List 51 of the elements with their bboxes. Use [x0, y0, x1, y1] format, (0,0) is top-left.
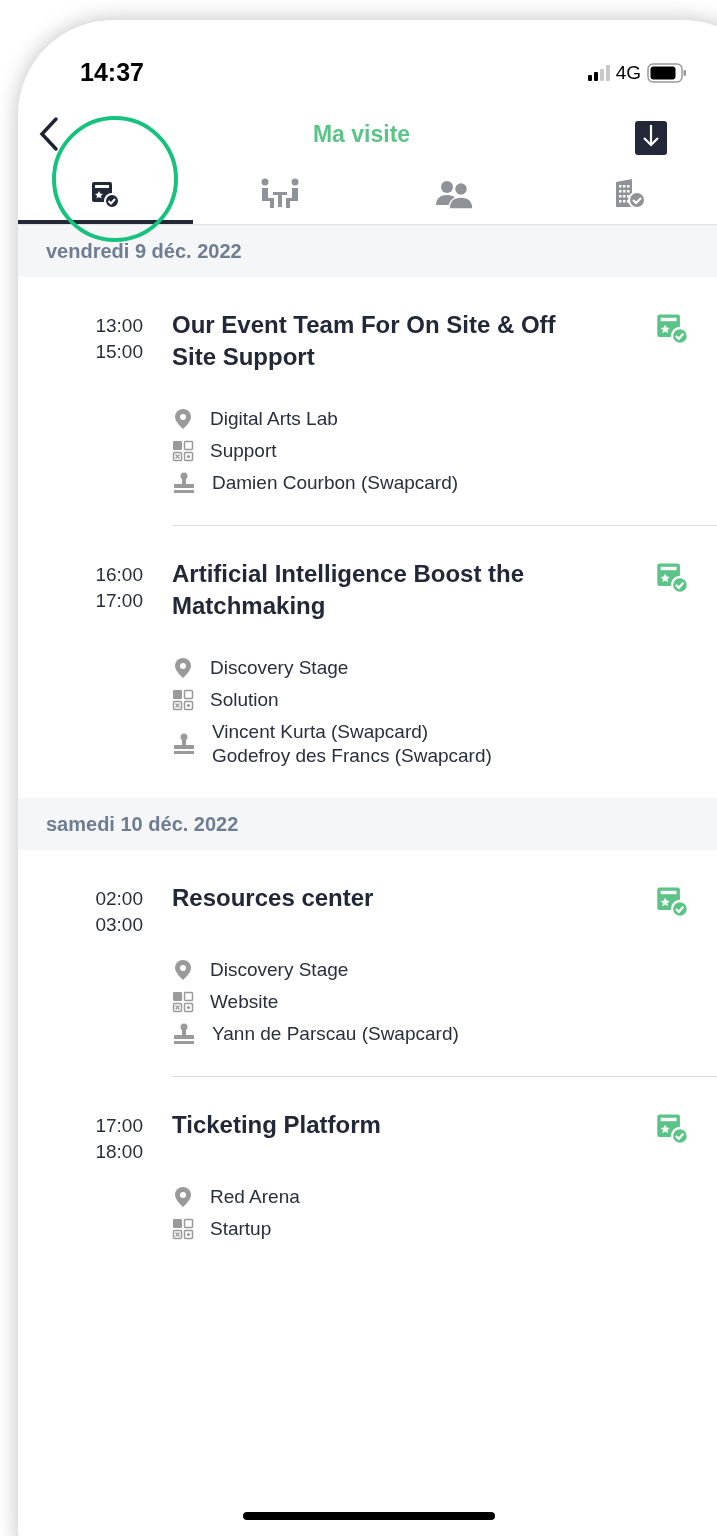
status-time: 14:37 — [80, 57, 144, 89]
location-pin-icon — [172, 408, 194, 430]
detail-text: Digital Arts Lab — [210, 407, 338, 431]
calendar-star-check-icon — [655, 1111, 689, 1145]
detail-text: Damien Courbon (Swapcard) — [212, 471, 459, 495]
detail-text: Godefroy des Francs (Swapcard) — [212, 744, 492, 768]
speaker-podium-icon — [172, 1023, 196, 1045]
end-time: 03:00 — [95, 913, 143, 937]
start-time: 13:00 — [95, 314, 143, 338]
end-time: 18:00 — [95, 1140, 143, 1164]
detail-text: Support — [210, 439, 277, 463]
download-button[interactable] — [635, 121, 667, 155]
date-heading: samedi 10 déc. 2022 — [46, 812, 239, 837]
calendar-star-check-icon — [90, 179, 121, 209]
battery-icon — [647, 63, 687, 83]
calendar-star-check-icon — [655, 560, 689, 594]
detail-text: Website — [210, 990, 279, 1014]
start-time: 02:00 — [95, 887, 143, 911]
location-pin-icon — [172, 657, 194, 679]
detail-text: Solution — [210, 688, 279, 712]
signal-icon — [587, 65, 610, 81]
calendar-star-check-icon — [655, 311, 689, 345]
detail-text: Red Arena — [210, 1185, 300, 1209]
session-title: Ticketing Platform — [172, 1110, 382, 1140]
category-grid-icon — [172, 440, 194, 462]
detail-text: Discovery Stage — [210, 958, 349, 982]
detail-text: Vincent Kurta (Swapcard) — [212, 720, 430, 744]
page-title: Ma visite — [312, 119, 411, 149]
back-chevron-icon — [38, 116, 60, 152]
detail-text: Startup — [210, 1217, 272, 1241]
meeting-table-icon — [260, 178, 301, 210]
session-title: Artificial Intelligence Boost the Matchmaking — [172, 559, 526, 621]
category-grid-icon — [172, 991, 194, 1013]
speaker-podium-icon — [172, 472, 196, 494]
network-label: 4G — [615, 60, 641, 85]
date-heading: vendredi 9 déc. 2022 — [46, 239, 242, 264]
category-grid-icon — [172, 1218, 194, 1240]
detail-text: Yann de Parscau (Swapcard) — [212, 1022, 459, 1046]
end-time: 15:00 — [95, 340, 143, 364]
session-title: Our Event Team For On Site & Off Site Support — [172, 310, 557, 372]
location-pin-icon — [172, 1186, 194, 1208]
speaker-podium-icon — [172, 733, 196, 755]
people-group-icon — [434, 179, 475, 209]
start-time: 16:00 — [95, 563, 143, 587]
detail-text: Discovery Stage — [210, 656, 349, 680]
location-pin-icon — [172, 959, 194, 981]
session-title: Resources center — [172, 883, 375, 913]
calendar-star-check-icon — [655, 884, 689, 918]
category-grid-icon — [172, 689, 194, 711]
end-time: 17:00 — [95, 589, 143, 613]
start-time: 17:00 — [95, 1114, 143, 1138]
